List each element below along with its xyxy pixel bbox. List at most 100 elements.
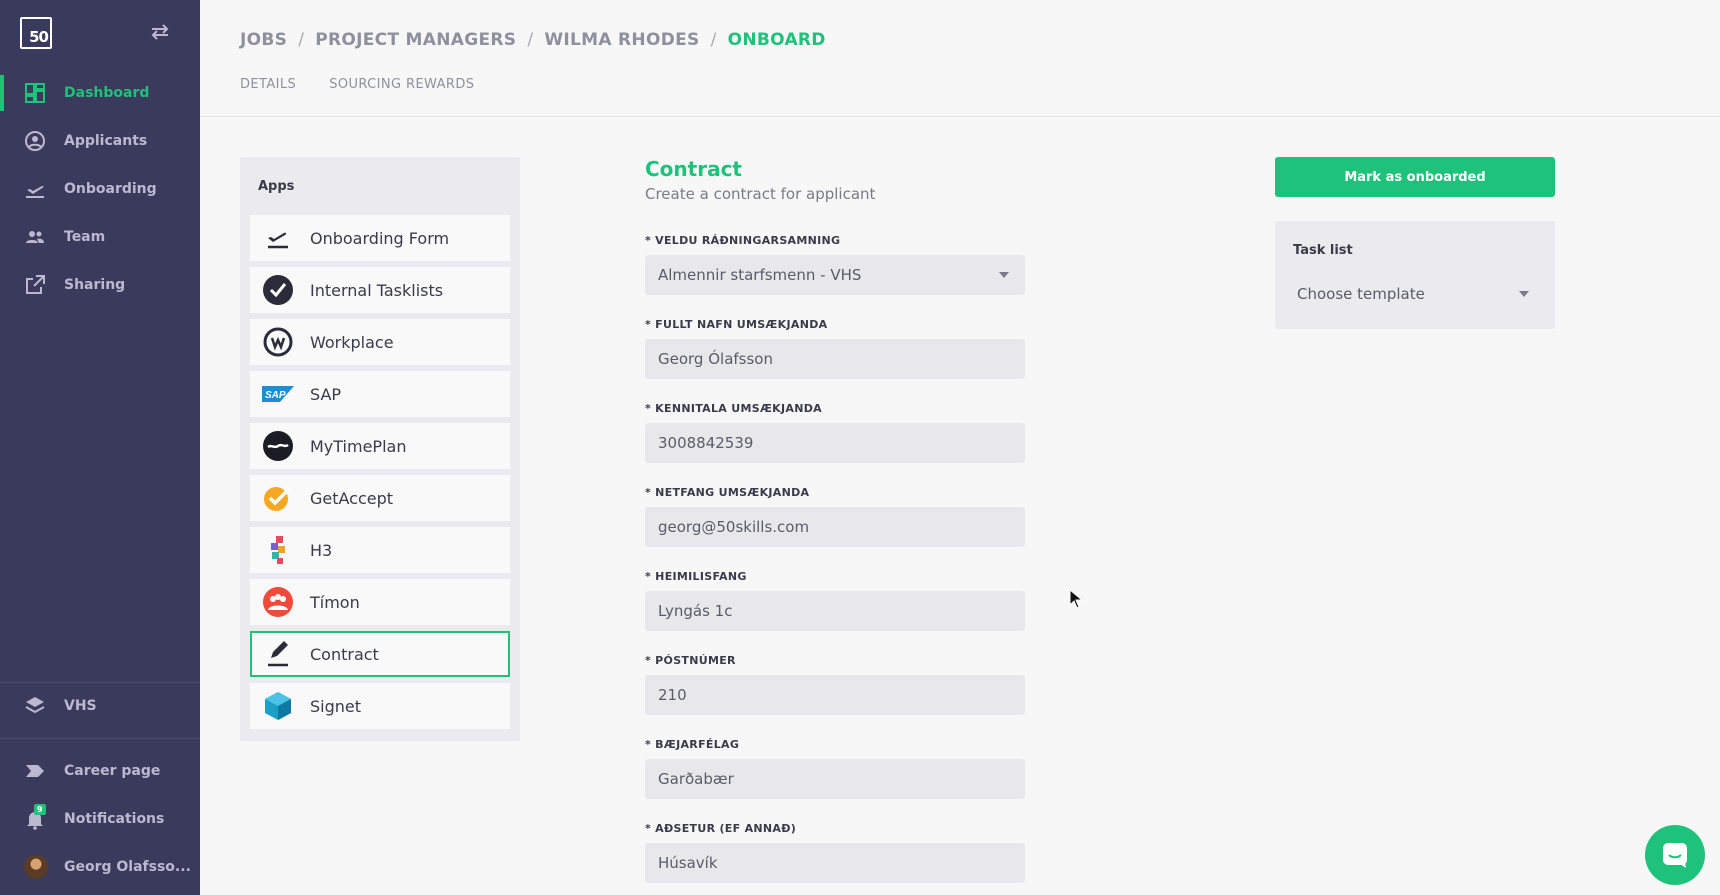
app-item-contract[interactable]: Contract [250, 631, 510, 677]
mouse-cursor-icon [1069, 589, 1083, 609]
plane-icon [26, 185, 44, 198]
sidebar-item-label: Team [64, 229, 106, 245]
field-label: * KENNITALA UMSÆKJANDA [645, 402, 822, 415]
plane-takeoff-icon [262, 222, 294, 254]
share-icon [26, 275, 45, 294]
workplace-icon [262, 326, 294, 358]
address-input[interactable]: Lyngás 1c [645, 591, 1025, 631]
app-item-timon[interactable]: Tímon [250, 579, 510, 625]
template-select[interactable]: Choose template [1293, 277, 1537, 311]
mytimeplan-icon [262, 430, 294, 462]
full-name-input[interactable]: Georg Ólafsson [645, 339, 1025, 379]
contract-type-select[interactable]: Almennir starfsmenn - VHS [645, 255, 1025, 295]
residence-input[interactable]: Húsavík [645, 843, 1025, 883]
sap-icon: SAP [262, 378, 294, 410]
sidebar-item-career-page[interactable]: Career page [0, 751, 200, 791]
ssn-input[interactable]: 3008842539 [645, 423, 1025, 463]
breadcrumb-applicant[interactable]: WILMA RHODES [544, 30, 699, 50]
app-item-workplace[interactable]: Workplace [250, 319, 510, 365]
checkmark-circle-icon [262, 274, 294, 306]
tab-details[interactable]: DETAILS [240, 77, 296, 92]
layers-icon [25, 697, 45, 714]
app-item-signet[interactable]: Signet [250, 683, 510, 729]
breadcrumb-project-managers[interactable]: PROJECT MANAGERS [315, 30, 516, 50]
swap-arrows-icon[interactable] [148, 22, 172, 42]
sidebar-item-onboarding[interactable]: Onboarding [0, 169, 200, 209]
template-select-value: Choose template [1297, 285, 1425, 303]
sidebar-item-label: Onboarding [64, 181, 157, 197]
chevron-down-icon [999, 272, 1009, 278]
app-item-label: Internal Tasklists [310, 280, 444, 300]
tasklist-panel: Task list Choose template [1275, 221, 1555, 329]
sidebar-item-dashboard[interactable]: Dashboard [0, 73, 200, 113]
pen-icon [262, 638, 294, 670]
header-tabs: DETAILS SOURCING REWARDS [240, 77, 507, 92]
app-item-label: MyTimePlan [310, 436, 407, 456]
app-item-internal-tasklists[interactable]: Internal Tasklists [250, 267, 510, 313]
field-address: * HEIMILISFANG Lyngás 1c [645, 570, 1025, 631]
sidebar-divider [0, 682, 200, 683]
sidebar-item-profile[interactable]: Georg Olafsso... [0, 847, 200, 887]
breadcrumb-separator: / [527, 30, 534, 50]
sidebar-item-label: Dashboard [64, 85, 150, 101]
page-header: JOBS / PROJECT MANAGERS / WILMA RHODES /… [200, 0, 1720, 117]
sidebar-item-notifications[interactable]: 9 Notifications [0, 799, 200, 839]
dashboard-icon [25, 83, 45, 103]
sidebar-item-applicants[interactable]: Applicants [0, 121, 200, 161]
timon-icon [262, 586, 294, 618]
field-municipality: * BÆJARFÉLAG Garðabær [645, 738, 1025, 799]
tasklist-title: Task list [1293, 243, 1353, 258]
app-item-mytimeplan[interactable]: MyTimePlan [250, 423, 510, 469]
form-subtitle: Create a contract for applicant [645, 185, 876, 203]
field-residence: * AÐSETUR (EF ANNAÐ) Húsavík [645, 822, 1025, 883]
svg-text:SAP: SAP [265, 390, 286, 401]
breadcrumb-separator: / [298, 30, 305, 50]
person-circle-icon [25, 131, 45, 151]
breadcrumb-jobs[interactable]: JOBS [240, 30, 287, 50]
sidebar-item-sharing[interactable]: Sharing [0, 265, 200, 305]
field-contract-type: * VELDU RÁÐNINGARSAMNING Almennir starfs… [645, 234, 1025, 295]
app-item-h3[interactable]: H3 [250, 527, 510, 573]
sidebar-item-workspace[interactable]: VHS [0, 686, 200, 726]
field-label: * VELDU RÁÐNINGARSAMNING [645, 234, 841, 247]
app-item-label: Workplace [310, 332, 394, 352]
select-value: Almennir starfsmenn - VHS [658, 266, 862, 284]
sidebar-item-label: VHS [64, 698, 97, 714]
app-item-label: H3 [310, 540, 333, 560]
sidebar-divider [0, 738, 200, 739]
app-item-sap[interactable]: SAP SAP [250, 371, 510, 417]
tab-sourcing-rewards[interactable]: SOURCING REWARDS [329, 77, 474, 92]
field-label: * BÆJARFÉLAG [645, 738, 740, 751]
team-icon [26, 231, 44, 243]
sidebar-item-label: Career page [64, 763, 161, 779]
app-logo[interactable]: 50 [20, 17, 52, 49]
app-item-getaccept[interactable]: GetAccept [250, 475, 510, 521]
app-item-onboarding-form[interactable]: Onboarding Form [250, 215, 510, 261]
app-item-label: Tímon [310, 592, 360, 612]
field-full-name: * FULLT NAFN UMSÆKJANDA Georg Ólafsson [645, 318, 1025, 379]
app-item-label: Onboarding Form [310, 228, 450, 248]
field-label: * HEIMILISFANG [645, 570, 747, 583]
postal-code-input[interactable]: 210 [645, 675, 1025, 715]
app-item-label: SAP [310, 384, 342, 404]
apps-title: Apps [258, 179, 295, 194]
app-item-label: Contract [310, 644, 379, 664]
mark-as-onboarded-button[interactable]: Mark as onboarded [1275, 157, 1555, 197]
sidebar-item-team[interactable]: Team [0, 217, 200, 257]
email-input[interactable]: georg@50skills.com [645, 507, 1025, 547]
municipality-input[interactable]: Garðabær [645, 759, 1025, 799]
field-label: * AÐSETUR (EF ANNAÐ) [645, 822, 797, 835]
sidebar-item-label: Georg Olafsso... [64, 859, 191, 875]
form-title: Contract [645, 157, 742, 181]
app-item-label: GetAccept [310, 488, 394, 508]
app-item-label: Signet [310, 696, 362, 716]
apps-panel: Apps Onboarding Form Internal Tasklists … [240, 157, 520, 741]
sidebar-item-label: Applicants [64, 133, 148, 149]
notification-badge: 9 [34, 804, 46, 815]
chat-launcher-button[interactable] [1645, 825, 1705, 885]
field-ssn: * KENNITALA UMSÆKJANDA 3008842539 [645, 402, 1025, 463]
field-label: * NETFANG UMSÆKJANDA [645, 486, 810, 499]
breadcrumb: JOBS / PROJECT MANAGERS / WILMA RHODES /… [240, 30, 826, 50]
field-email: * NETFANG UMSÆKJANDA georg@50skills.com [645, 486, 1025, 547]
tag-icon [26, 765, 44, 777]
